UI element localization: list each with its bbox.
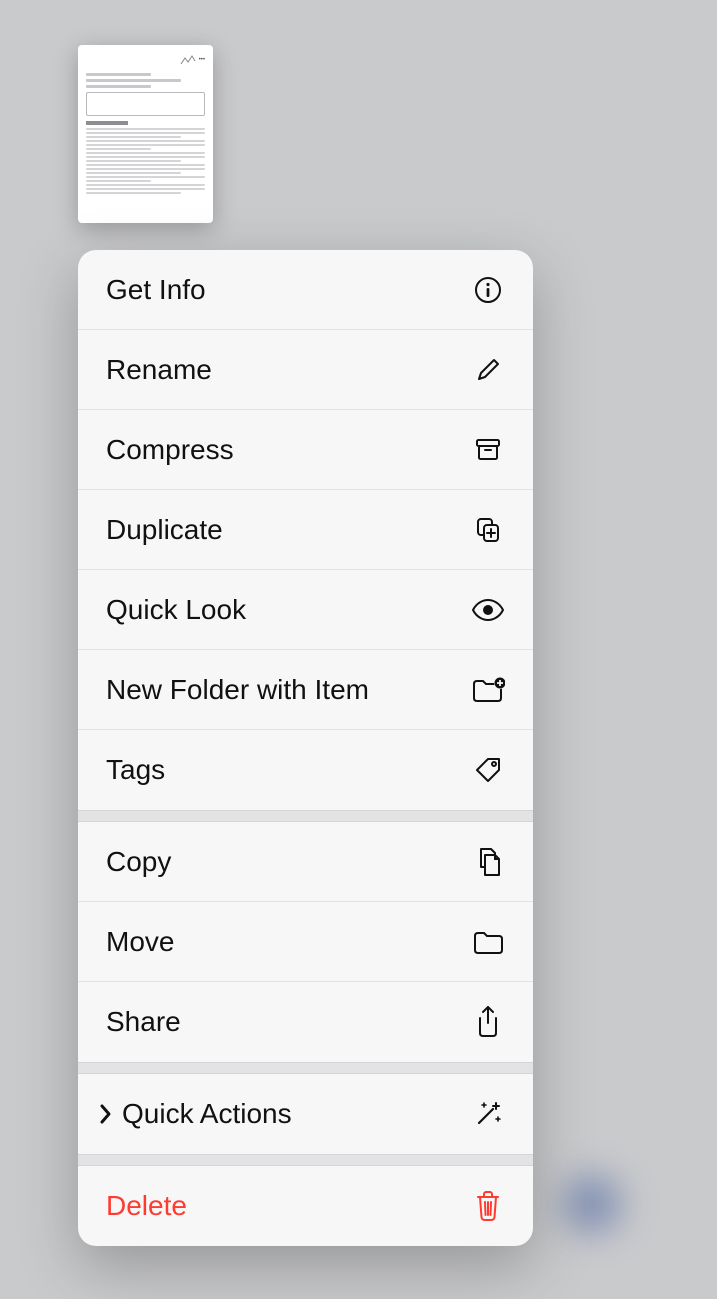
pencil-icon: [471, 353, 505, 387]
menu-section-divider: [78, 1154, 533, 1166]
menu-item-quick-look[interactable]: Quick Look: [78, 570, 533, 650]
menu-item-label: Quick Look: [106, 594, 471, 626]
menu-item-copy[interactable]: Copy: [78, 822, 533, 902]
chevron-right-icon: [92, 1103, 118, 1125]
document-thumbnail[interactable]: •••: [78, 45, 213, 223]
menu-item-label: Duplicate: [106, 514, 471, 546]
menu-item-label: New Folder with Item: [106, 674, 471, 706]
menu-item-label: Copy: [106, 846, 471, 878]
menu-item-delete[interactable]: Delete: [78, 1166, 533, 1246]
menu-item-duplicate[interactable]: Duplicate: [78, 490, 533, 570]
duplicate-icon: [471, 513, 505, 547]
menu-item-label: Compress: [106, 434, 471, 466]
menu-item-label: Delete: [106, 1190, 471, 1222]
eye-icon: [471, 593, 505, 627]
wand-icon: [471, 1097, 505, 1131]
menu-item-label: Tags: [106, 754, 471, 786]
tag-icon: [471, 753, 505, 787]
background-blur-accent: [557, 1169, 627, 1239]
menu-item-label: Share: [106, 1006, 471, 1038]
menu-item-label: Rename: [106, 354, 471, 386]
menu-item-quick-actions[interactable]: Quick Actions: [78, 1074, 533, 1154]
menu-item-tags[interactable]: Tags: [78, 730, 533, 810]
share-icon: [471, 1005, 505, 1039]
menu-item-rename[interactable]: Rename: [78, 330, 533, 410]
menu-item-share[interactable]: Share: [78, 982, 533, 1062]
doc-on-doc-icon: [471, 845, 505, 879]
menu-item-get-info[interactable]: Get Info: [78, 250, 533, 330]
menu-item-label: Quick Actions: [122, 1098, 471, 1130]
folder-icon: [471, 925, 505, 959]
menu-section-divider: [78, 810, 533, 822]
menu-item-new-folder[interactable]: New Folder with Item: [78, 650, 533, 730]
context-menu: Get Info Rename Compress Duplicate Quick…: [78, 250, 533, 1246]
menu-item-move[interactable]: Move: [78, 902, 533, 982]
trash-icon: [471, 1189, 505, 1223]
folder-plus-icon: [471, 673, 505, 707]
info-icon: [471, 273, 505, 307]
menu-item-label: Get Info: [106, 274, 471, 306]
menu-section-divider: [78, 1062, 533, 1074]
thumbnail-logo: •••: [86, 53, 205, 67]
menu-item-label: Move: [106, 926, 471, 958]
archivebox-icon: [471, 433, 505, 467]
menu-item-compress[interactable]: Compress: [78, 410, 533, 490]
